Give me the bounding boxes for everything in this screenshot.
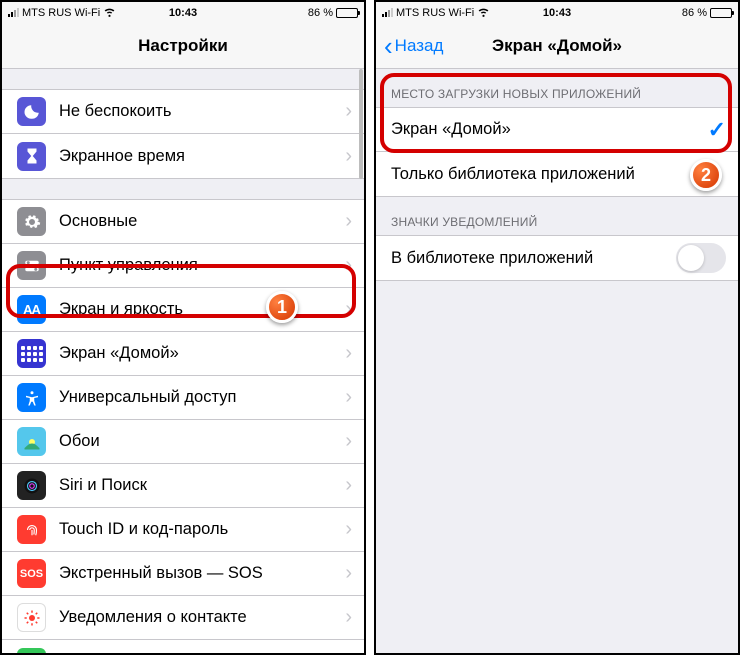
- nav-bar: Настройки: [2, 23, 364, 69]
- chevron-right-icon: ›: [345, 298, 352, 321]
- option-label: Экран «Домой»: [391, 120, 708, 139]
- hourglass-icon: [17, 142, 46, 171]
- home-screen-options: МЕСТО ЗАГРУЗКИ НОВЫХ ПРИЛОЖЕНИЙ Экран «Д…: [376, 69, 738, 653]
- apps-grid-icon: [17, 339, 46, 368]
- settings-row-apps-grid[interactable]: Экран «Домой»›: [2, 332, 364, 376]
- switches-icon: [17, 251, 46, 280]
- clock: 10:43: [543, 7, 571, 19]
- settings-row-battery[interactable]: Аккумулятор›: [2, 640, 364, 653]
- annotation-badge-1: 1: [266, 291, 298, 323]
- chevron-right-icon: ›: [345, 210, 352, 233]
- settings-row-wallpaper[interactable]: Обои›: [2, 420, 364, 464]
- wifi-icon: [477, 5, 490, 21]
- option-label: Только библиотека приложений: [391, 165, 726, 184]
- row-label: Пункт управления: [59, 256, 345, 275]
- carrier-label: MTS RUS Wi-Fi: [22, 7, 100, 19]
- home-screen-settings: MTS RUS Wi-Fi 10:43 86 % ‹ Назад Экран «…: [374, 0, 740, 655]
- option-app-library-only[interactable]: Только библиотека приложений: [376, 152, 738, 196]
- chevron-right-icon: ›: [345, 474, 352, 497]
- chevron-right-icon: ›: [345, 562, 352, 585]
- gear-icon: [17, 207, 46, 236]
- row-label: Не беспокоить: [59, 102, 345, 121]
- toggle-row-app-library-badges[interactable]: В библиотеке приложений: [376, 236, 738, 280]
- toggle-switch[interactable]: [676, 243, 726, 273]
- settings-row-accessibility[interactable]: Универсальный доступ›: [2, 376, 364, 420]
- row-label: Основные: [59, 212, 345, 231]
- fingerprint-icon: [17, 515, 46, 544]
- battery-icon: [17, 648, 46, 654]
- moon-icon: [17, 97, 46, 126]
- settings-row-switches[interactable]: Пункт управления›: [2, 244, 364, 288]
- section-header-download-location: МЕСТО ЗАГРУЗКИ НОВЫХ ПРИЛОЖЕНИЙ: [376, 69, 738, 107]
- battery-percent: 86 %: [308, 7, 333, 19]
- wifi-icon: [103, 5, 116, 21]
- settings-row-gear[interactable]: Основные›: [2, 200, 364, 244]
- checkmark-icon: ✓: [708, 117, 726, 143]
- settings-row-hourglass[interactable]: Экранное время›: [2, 134, 364, 178]
- settings-row-sos[interactable]: SOS Экстренный вызов — SOS›: [2, 552, 364, 596]
- row-label: Siri и Поиск: [59, 476, 345, 495]
- nav-bar: ‹ Назад Экран «Домой»: [376, 23, 738, 69]
- chevron-right-icon: ›: [345, 100, 352, 123]
- row-label: Уведомления о контакте: [59, 608, 345, 627]
- back-button[interactable]: ‹ Назад: [384, 33, 443, 59]
- battery-icon: [710, 8, 732, 18]
- settings-row-siri[interactable]: Siri и Поиск›: [2, 464, 364, 508]
- signal-icon: [382, 8, 393, 17]
- settings-row-moon[interactable]: Не беспокоить›: [2, 90, 364, 134]
- back-label: Назад: [395, 36, 444, 56]
- page-title: Экран «Домой»: [492, 36, 622, 56]
- row-label: Экран и яркость: [59, 300, 345, 319]
- accessibility-icon: [17, 383, 46, 412]
- row-label: Обои: [59, 432, 345, 451]
- row-label: Экран «Домой»: [59, 344, 345, 363]
- signal-icon: [8, 8, 19, 17]
- exposure-icon: [17, 603, 46, 632]
- option-home-screen[interactable]: Экран «Домой» ✓: [376, 108, 738, 152]
- settings-row-fingerprint[interactable]: Touch ID и код-пароль›: [2, 508, 364, 552]
- carrier-label: MTS RUS Wi-Fi: [396, 7, 474, 19]
- settings-screen: MTS RUS Wi-Fi 10:43 86 % Настройки Не бе…: [0, 0, 366, 655]
- chevron-right-icon: ›: [345, 254, 352, 277]
- row-label: Универсальный доступ: [59, 388, 345, 407]
- page-title: Настройки: [138, 36, 228, 56]
- row-label: Аккумулятор: [59, 653, 345, 654]
- status-bar: MTS RUS Wi-Fi 10:43 86 %: [2, 2, 364, 23]
- status-bar: MTS RUS Wi-Fi 10:43 86 %: [376, 2, 738, 23]
- chevron-right-icon: ›: [345, 145, 352, 168]
- settings-list[interactable]: Не беспокоить›Экранное время› Основные›П…: [2, 69, 364, 653]
- text-size-icon: AA: [17, 295, 46, 324]
- chevron-right-icon: ›: [345, 342, 352, 365]
- row-label: Экстренный вызов — SOS: [59, 564, 345, 583]
- section-header-badges: ЗНАЧКИ УВЕДОМЛЕНИЙ: [376, 197, 738, 235]
- clock: 10:43: [169, 7, 197, 19]
- chevron-left-icon: ‹: [384, 33, 393, 59]
- battery-icon: [336, 8, 358, 18]
- row-label: Touch ID и код-пароль: [59, 520, 345, 539]
- chevron-right-icon: ›: [345, 430, 352, 453]
- scrollbar[interactable]: [359, 69, 363, 179]
- annotation-badge-2: 2: [690, 159, 722, 191]
- siri-icon: [17, 471, 46, 500]
- chevron-right-icon: ›: [345, 518, 352, 541]
- row-label: Экранное время: [59, 147, 345, 166]
- sos-icon: SOS: [17, 559, 46, 588]
- chevron-right-icon: ›: [345, 606, 352, 629]
- chevron-right-icon: ›: [345, 651, 352, 654]
- toggle-label: В библиотеке приложений: [391, 249, 676, 268]
- battery-percent: 86 %: [682, 7, 707, 19]
- chevron-right-icon: ›: [345, 386, 352, 409]
- settings-row-text-size[interactable]: AA Экран и яркость›: [2, 288, 364, 332]
- wallpaper-icon: [17, 427, 46, 456]
- settings-row-exposure[interactable]: Уведомления о контакте›: [2, 596, 364, 640]
